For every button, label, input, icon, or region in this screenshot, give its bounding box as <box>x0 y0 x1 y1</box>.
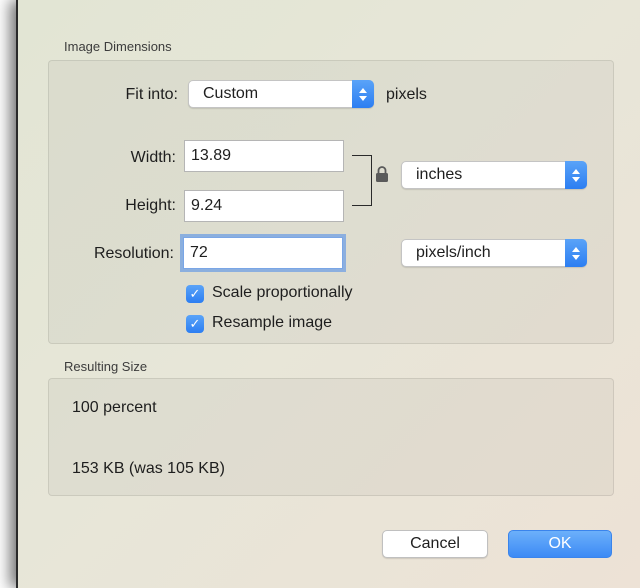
link-bracket <box>352 155 372 206</box>
resample-image-label[interactable]: Resample image <box>212 314 332 332</box>
scale-proportionally-checkbox[interactable]: ✓ <box>186 285 204 303</box>
fit-into-unit-label: pixels <box>386 86 427 103</box>
size-unit-value: inches <box>416 166 463 183</box>
height-field[interactable]: 9.24 <box>184 190 344 222</box>
height-label: Height: <box>125 197 176 214</box>
scale-proportionally-label[interactable]: Scale proportionally <box>212 284 353 302</box>
resulting-percent: 100 percent <box>72 399 157 416</box>
fit-into-label: Fit into: <box>125 86 178 103</box>
ok-button[interactable]: OK <box>508 530 612 558</box>
width-label: Width: <box>130 149 176 166</box>
resulting-file-size: 153 KB (was 105 KB) <box>72 460 225 477</box>
chevron-updown-icon <box>565 161 587 189</box>
image-dimensions-title: Image Dimensions <box>64 39 172 54</box>
lock-icon[interactable] <box>375 165 389 188</box>
cancel-button[interactable]: Cancel <box>382 530 488 558</box>
checkmark-icon: ✓ <box>189 316 201 331</box>
resolution-unit-value: pixels/inch <box>416 244 491 261</box>
chevron-updown-icon <box>565 239 587 267</box>
resolution-label: Resolution: <box>93 245 174 262</box>
resample-image-checkbox[interactable]: ✓ <box>186 315 204 333</box>
fit-into-popup[interactable]: Custom <box>188 80 374 108</box>
resolution-unit-popup[interactable]: pixels/inch <box>401 239 587 267</box>
size-unit-popup[interactable]: inches <box>401 161 587 189</box>
fit-into-value: Custom <box>203 85 259 102</box>
width-field[interactable]: 13.89 <box>184 140 344 172</box>
resolution-field[interactable]: 72 <box>183 237 343 269</box>
resulting-size-title: Resulting Size <box>64 359 148 374</box>
image-size-dialog: Image Dimensions Fit into: Custom pixels… <box>16 0 640 588</box>
checkmark-icon: ✓ <box>189 286 201 301</box>
resulting-size-group <box>48 378 614 496</box>
chevron-updown-icon <box>352 80 374 108</box>
